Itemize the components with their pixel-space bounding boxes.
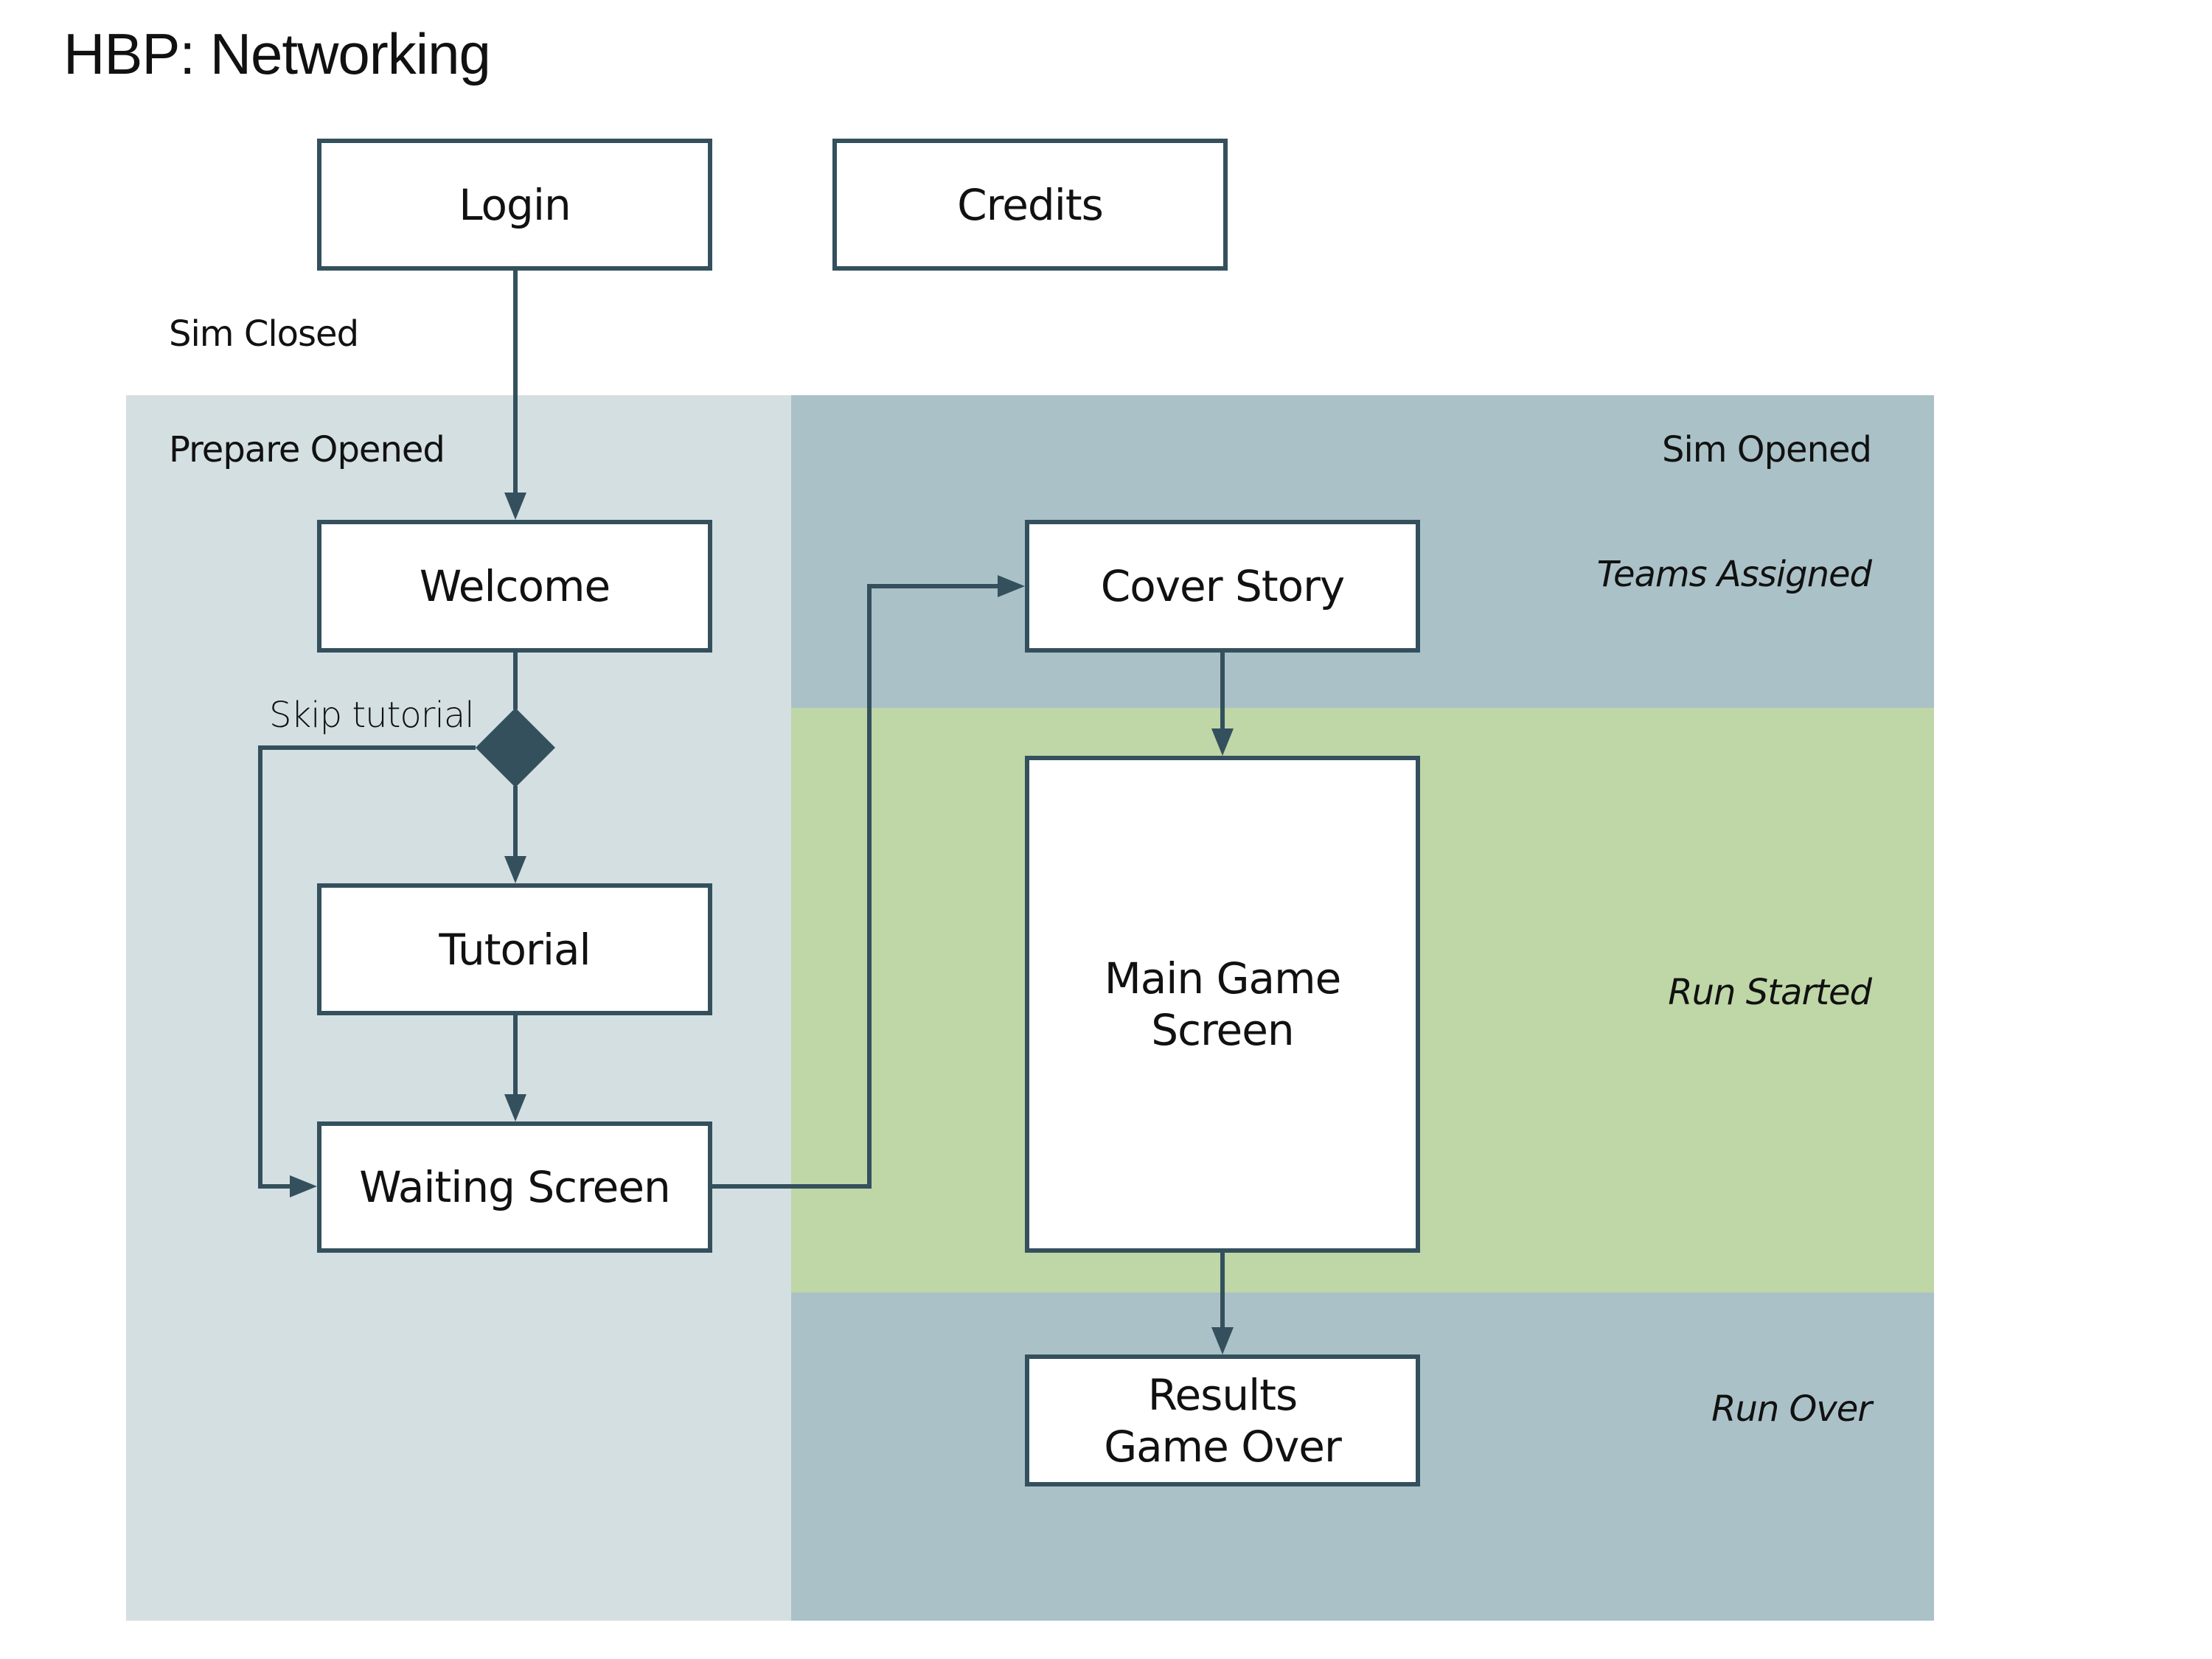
node-results[interactable]: Results Game Over: [1025, 1354, 1420, 1486]
node-cover-story[interactable]: Cover Story: [1025, 520, 1420, 653]
node-credits[interactable]: Credits: [832, 139, 1228, 271]
state-label-teams-assigned: Teams Assigned: [1596, 554, 1872, 595]
state-label-run-started: Run Started: [1668, 972, 1872, 1013]
state-label-sim-opened: Sim Opened: [1661, 429, 1872, 470]
node-results-label: Results Game Over: [1104, 1369, 1342, 1472]
node-login[interactable]: Login: [317, 139, 712, 271]
diagram-title: HBP: Networking: [63, 21, 491, 86]
state-label-run-over: Run Over: [1711, 1388, 1872, 1430]
node-tutorial-label: Tutorial: [439, 924, 591, 975]
node-tutorial[interactable]: Tutorial: [317, 883, 712, 1015]
node-credits-label: Credits: [957, 179, 1104, 230]
skip-tutorial-label: Skip tutorial: [269, 695, 475, 736]
node-welcome[interactable]: Welcome: [317, 520, 712, 653]
node-waiting-screen[interactable]: Waiting Screen: [317, 1121, 712, 1253]
node-cover-story-label: Cover Story: [1100, 561, 1345, 611]
node-main-game-screen-label: Main Game Screen: [1104, 953, 1342, 1055]
node-main-game-screen[interactable]: Main Game Screen: [1025, 756, 1420, 1253]
state-label-prepare-opened: Prepare Opened: [169, 429, 445, 470]
node-waiting-screen-label: Waiting Screen: [359, 1162, 671, 1212]
state-label-sim-closed: Sim Closed: [169, 313, 359, 355]
node-welcome-label: Welcome: [419, 561, 611, 611]
node-login-label: Login: [459, 179, 571, 230]
